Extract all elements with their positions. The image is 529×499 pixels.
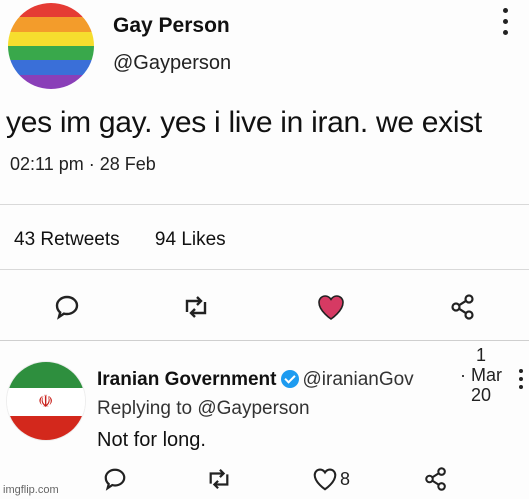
post-actions bbox=[0, 287, 529, 327]
more-options-icon[interactable] bbox=[500, 8, 510, 48]
post-timestamp: 02:11 pm · 28 Feb bbox=[10, 154, 156, 174]
replying-to[interactable]: Replying to @Gayperson bbox=[97, 398, 310, 420]
comment-icon[interactable] bbox=[47, 287, 87, 327]
reply-author-name[interactable]: Iranian Government bbox=[97, 369, 277, 390]
reply-date-day: 1 bbox=[475, 345, 486, 365]
rainbow-avatar[interactable] bbox=[8, 3, 94, 89]
more-options-icon[interactable] bbox=[516, 369, 526, 399]
post-author-name[interactable]: Gay Person bbox=[113, 14, 230, 38]
retweet-count[interactable]: 43 Retweets bbox=[14, 229, 120, 250]
reply-date-year: 20 bbox=[470, 385, 492, 405]
comment-icon[interactable] bbox=[103, 461, 127, 497]
divider bbox=[0, 204, 529, 205]
heart-icon[interactable] bbox=[311, 287, 351, 327]
reply-actions: 8 bbox=[0, 461, 529, 497]
reply-author-line: Iranian Government @iranianGov bbox=[97, 369, 414, 391]
verified-badge-icon bbox=[280, 370, 299, 388]
reply-author-handle[interactable]: @iranianGov bbox=[303, 369, 414, 390]
like-count[interactable]: 94 Likes bbox=[155, 229, 226, 250]
retweet-icon[interactable] bbox=[176, 287, 216, 327]
iran-flag-avatar[interactable]: ☫ bbox=[6, 361, 86, 441]
emblem-icon: ☫ bbox=[38, 392, 54, 411]
retweet-icon[interactable] bbox=[205, 461, 233, 497]
watermark: imgflip.com bbox=[3, 484, 59, 496]
reply-post: ☫ Iranian Government @iranianGov 1 · Mar … bbox=[0, 341, 529, 499]
heart-icon[interactable]: 8 bbox=[312, 461, 350, 497]
reply-date-month: · Mar bbox=[460, 365, 502, 385]
original-post: Gay Person @Gayperson yes im gay. yes i … bbox=[0, 0, 529, 340]
reply-like-count: 8 bbox=[340, 468, 351, 489]
divider bbox=[0, 269, 529, 270]
reply-date: 1 · Mar 20 bbox=[455, 345, 507, 405]
post-text: yes im gay. yes i live in iran. we exist bbox=[6, 106, 482, 139]
post-author-handle[interactable]: @Gayperson bbox=[113, 52, 231, 75]
reply-text: Not for long. bbox=[97, 429, 206, 451]
share-icon[interactable] bbox=[423, 461, 449, 497]
share-icon[interactable] bbox=[443, 287, 483, 327]
post-stats: 43 Retweets 94 Likes bbox=[14, 229, 256, 251]
